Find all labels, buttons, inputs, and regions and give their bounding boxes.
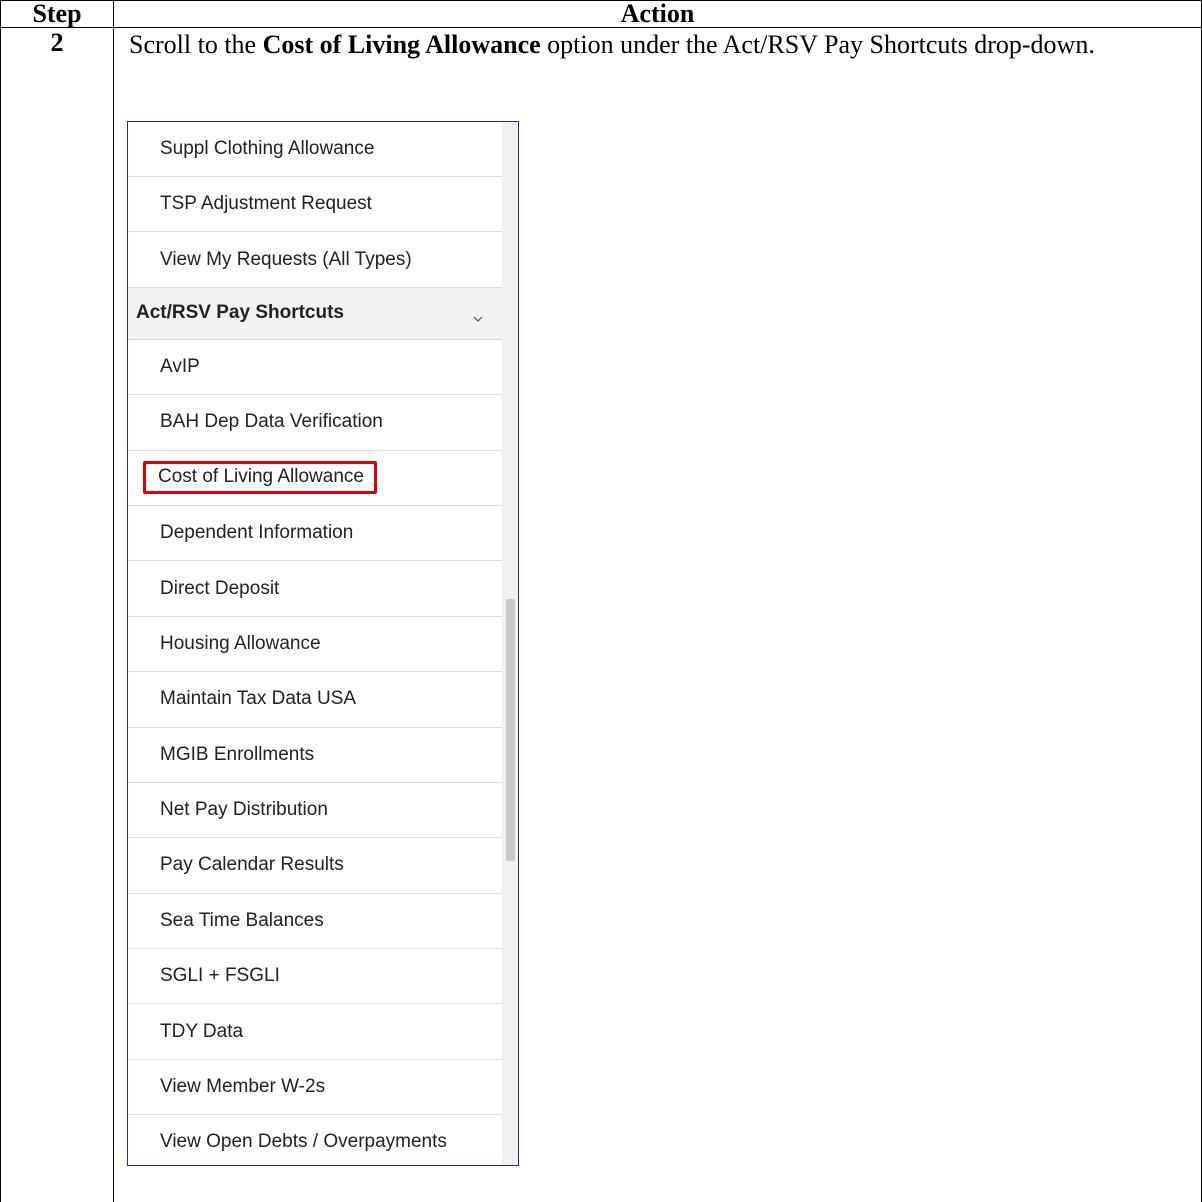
menu-item-label: MGIB Enrollments bbox=[160, 743, 315, 765]
instruction-text: Scroll to the Cost of Living Allowance o… bbox=[129, 29, 1169, 61]
instruction-before: Scroll to the bbox=[129, 30, 263, 59]
menu-item-label: TSP Adjustment Request bbox=[160, 193, 372, 215]
menu-item-label: Direct Deposit bbox=[160, 577, 280, 599]
menu-item-label: AvIP bbox=[160, 355, 200, 377]
menu-item-label: SGLI + FSGLI bbox=[160, 965, 280, 987]
shortcuts-dropdown[interactable]: Suppl Clothing Allowance TSP Adjustment … bbox=[127, 121, 519, 1166]
menu-item[interactable]: Suppl Clothing Allowance bbox=[128, 122, 503, 177]
step-number: 2 bbox=[0, 27, 114, 1202]
menu-item[interactable]: Direct Deposit bbox=[128, 561, 503, 617]
highlighted-option: Cost of Living Allowance bbox=[143, 461, 377, 495]
step-column-header: Step bbox=[0, 0, 114, 28]
menu-item[interactable]: AvIP bbox=[128, 340, 503, 396]
menu-item-cost-of-living[interactable]: Cost of Living Allowance bbox=[128, 451, 503, 506]
menu-item-label: Maintain Tax Data USA bbox=[160, 688, 357, 710]
menu-item-label: Housing Allowance bbox=[160, 632, 321, 654]
action-column-header: Action bbox=[113, 0, 1202, 28]
menu-item[interactable]: MGIB Enrollments bbox=[128, 728, 503, 783]
menu-item[interactable]: Pay Calendar Results bbox=[128, 838, 503, 894]
table-header-row: Step Action bbox=[0, 0, 1202, 28]
menu-item[interactable]: TDY Data bbox=[128, 1004, 503, 1060]
menu-item[interactable]: Net Pay Distribution bbox=[128, 783, 503, 839]
menu-item-label: View My Requests (All Types) bbox=[160, 248, 412, 270]
menu-item[interactable]: Dependent Information bbox=[128, 506, 503, 562]
instruction-after: option under the Act/RSV Pay Shortcuts d… bbox=[540, 30, 1095, 59]
section-header-act-rsv[interactable]: Act/RSV Pay Shortcuts bbox=[128, 287, 503, 340]
menu-item-label: View Open Debts / Overpayments bbox=[160, 1131, 447, 1153]
menu-item-label: Sea Time Balances bbox=[160, 909, 324, 931]
menu-item[interactable]: View Open Debts / Overpayments bbox=[128, 1115, 503, 1165]
menu-item[interactable]: TSP Adjustment Request bbox=[128, 177, 503, 233]
scrollbar-track[interactable] bbox=[502, 122, 518, 1165]
menu-item-label: TDY Data bbox=[160, 1020, 244, 1042]
dropdown-menu-list: Suppl Clothing Allowance TSP Adjustment … bbox=[128, 122, 503, 1165]
menu-item-label: Pay Calendar Results bbox=[160, 854, 344, 876]
menu-item-label: BAH Dep Data Verification bbox=[160, 411, 383, 433]
section-header-label: Act/RSV Pay Shortcuts bbox=[136, 302, 344, 324]
menu-item-label: Net Pay Distribution bbox=[160, 799, 328, 821]
menu-item[interactable]: SGLI + FSGLI bbox=[128, 949, 503, 1005]
menu-item-label: Suppl Clothing Allowance bbox=[160, 138, 375, 159]
menu-item[interactable]: Maintain Tax Data USA bbox=[128, 672, 503, 728]
menu-item[interactable]: View My Requests (All Types) bbox=[128, 232, 503, 288]
menu-item[interactable]: Sea Time Balances bbox=[128, 894, 503, 950]
instruction-bold: Cost of Living Allowance bbox=[262, 30, 541, 59]
scrollbar-thumb[interactable] bbox=[506, 599, 515, 861]
chevron-down-icon[interactable] bbox=[473, 314, 483, 324]
menu-item[interactable]: Housing Allowance bbox=[128, 617, 503, 673]
menu-item-label: View Member W-2s bbox=[160, 1076, 326, 1098]
menu-item[interactable]: View Member W-2s bbox=[128, 1060, 503, 1116]
menu-item[interactable]: BAH Dep Data Verification bbox=[128, 395, 503, 451]
menu-item-label: Dependent Information bbox=[160, 522, 354, 544]
